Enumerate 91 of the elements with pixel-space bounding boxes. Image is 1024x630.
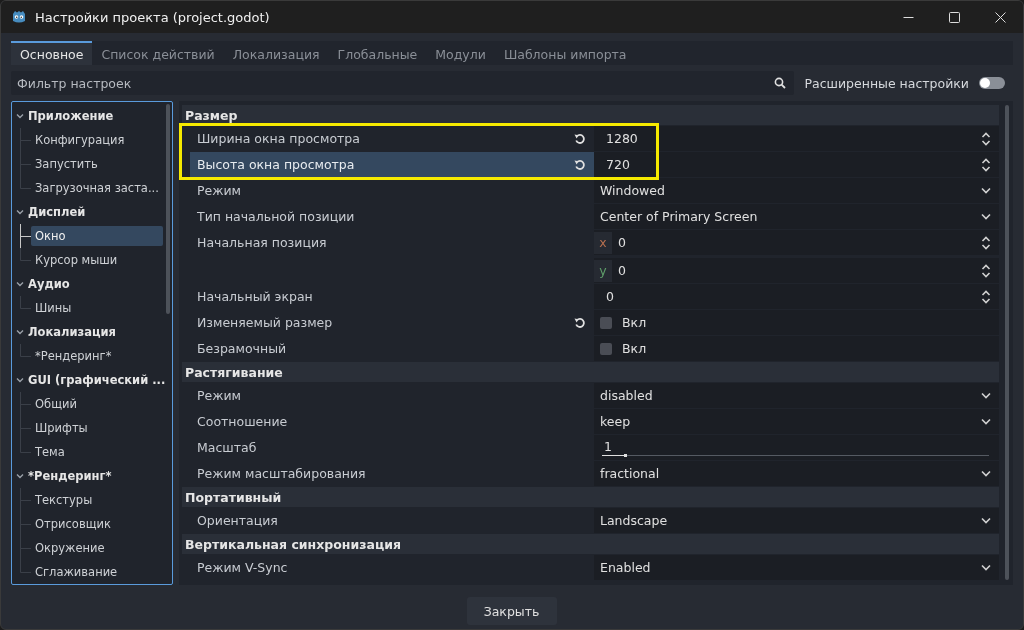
number-field[interactable]: x 0 [594, 230, 999, 255]
revert-icon[interactable] [574, 158, 586, 171]
dropdown[interactable]: keep [594, 409, 999, 434]
sidebar-item[interactable]: Тема [31, 442, 163, 462]
property-label: Начальный экран [197, 289, 313, 304]
checkbox[interactable] [600, 316, 612, 329]
close-button[interactable]: Закрыть [466, 597, 557, 625]
property-label: Ширина окна просмотра [197, 131, 360, 146]
sidebar-item[interactable]: Загрузочная заста... [31, 178, 163, 198]
section-title: Размер [185, 107, 238, 123]
section-header[interactable]: Размер [182, 105, 999, 125]
property-label: Режим масштабирования [197, 466, 366, 481]
dropdown[interactable]: disabled [594, 383, 999, 408]
search-field[interactable]: Фильтр настроек [11, 71, 795, 95]
toggle-label: Расширенные настройки [804, 75, 969, 91]
section-header[interactable]: Вертикальная синхронизация [182, 534, 999, 554]
tree-connector [20, 512, 31, 536]
number-field[interactable]: y 0 [594, 258, 999, 283]
dropdown[interactable]: Enabled [594, 555, 999, 580]
sidebar-item[interactable]: Шины [31, 298, 163, 318]
tab[interactable]: Модули [426, 41, 495, 65]
window-title: Настройки проекта (project.godot) [35, 9, 270, 25]
sidebar-item[interactable]: Сглаживание [31, 562, 163, 582]
tab[interactable]: Шаблоны импорта [494, 41, 636, 65]
property-label: Масштаб [197, 440, 257, 455]
number-field[interactable]: 0 [594, 284, 999, 309]
spin-arrows-icon[interactable] [981, 235, 991, 250]
revert-icon[interactable] [574, 316, 586, 329]
dropdown[interactable]: Landscape [594, 508, 999, 533]
property-label: Тип начальной позиции [197, 209, 355, 224]
search-icon[interactable] [774, 77, 787, 89]
axis-label: x [594, 231, 612, 254]
number-field[interactable]: 720 [594, 152, 999, 177]
sidebar-section[interactable]: Дисплей [28, 205, 86, 219]
tree-connector [20, 488, 31, 512]
sidebar-item[interactable]: Отрисовщик [31, 514, 163, 534]
spin-arrows-icon[interactable] [981, 157, 991, 172]
section-title: Вертикальная синхронизация [185, 536, 401, 552]
sidebar-item[interactable]: Конфигурация [31, 130, 163, 150]
property-label: Ориентация [197, 513, 278, 528]
sidebar-item[interactable]: Окружение [31, 538, 163, 558]
sidebar-item[interactable]: Курсор мыши [31, 250, 163, 270]
sidebar-item[interactable]: Окно [31, 226, 163, 246]
property-label: Режим [197, 388, 242, 403]
app-logo-icon [11, 9, 27, 25]
revert-icon[interactable] [574, 132, 586, 145]
checkbox[interactable] [600, 342, 612, 355]
number-field[interactable]: 1280 [594, 126, 999, 151]
sidebar-section[interactable]: Локализация [28, 325, 116, 339]
sidebar-section[interactable]: GUI (графический ... [28, 373, 166, 387]
sidebar-item[interactable]: *Рендеринг* [31, 346, 163, 366]
property-label: Безрамочный [197, 341, 287, 356]
sidebar-item[interactable]: Запустить [31, 154, 163, 174]
sidebar-item[interactable]: Текстуры [31, 490, 163, 510]
selected-row-highlight[interactable]: Высота окна просмотра [190, 152, 594, 177]
toggle-switch[interactable] [979, 77, 1005, 89]
axis-label: y [594, 259, 612, 282]
tree-connector [20, 392, 31, 416]
slider-field[interactable]: 1 [594, 435, 999, 460]
property-label: Соотношение [197, 414, 288, 429]
sidebar-item[interactable]: Шрифты [31, 418, 163, 438]
spin-arrows-icon[interactable] [981, 289, 991, 304]
tab[interactable]: Основное [11, 41, 93, 65]
dropdown[interactable]: Center of Primary Screen [594, 204, 999, 229]
spin-arrows-icon[interactable] [981, 131, 991, 146]
property-label: Режим [197, 183, 242, 198]
section-header[interactable]: Портативный [182, 487, 999, 507]
tree-connector [20, 128, 31, 152]
dropdown[interactable]: fractional [594, 461, 999, 486]
checkbox-label[interactable]: Вкл [622, 341, 647, 356]
property-label: Начальная позиция [197, 235, 327, 250]
tab[interactable]: Глобальные [328, 41, 427, 65]
section-header[interactable]: Растягивание [182, 362, 999, 382]
section-title: Растягивание [185, 364, 283, 380]
tree-connector [20, 344, 31, 357]
sidebar-section[interactable]: Приложение [28, 109, 114, 123]
dropdown[interactable]: Windowed [594, 178, 999, 203]
sidebar-item[interactable]: Общий [31, 394, 163, 414]
property-label: Режим V-Sync [197, 560, 288, 575]
checkbox-label[interactable]: Вкл [622, 315, 647, 330]
tab[interactable]: Локализация [223, 41, 329, 65]
property-label: Высота окна просмотра [197, 157, 355, 172]
sidebar-section[interactable]: *Рендеринг* [28, 469, 112, 483]
scrollbar-thumb[interactable] [166, 104, 170, 314]
property-label: Изменяемый размер [197, 315, 333, 330]
tree-connector [20, 296, 31, 309]
sidebar-section[interactable]: Аудио [28, 277, 70, 291]
spin-arrows-icon[interactable] [981, 263, 991, 278]
tab[interactable]: Список действий [92, 41, 224, 65]
scrollbar-thumb[interactable] [1005, 105, 1009, 580]
section-title: Портативный [185, 489, 282, 505]
